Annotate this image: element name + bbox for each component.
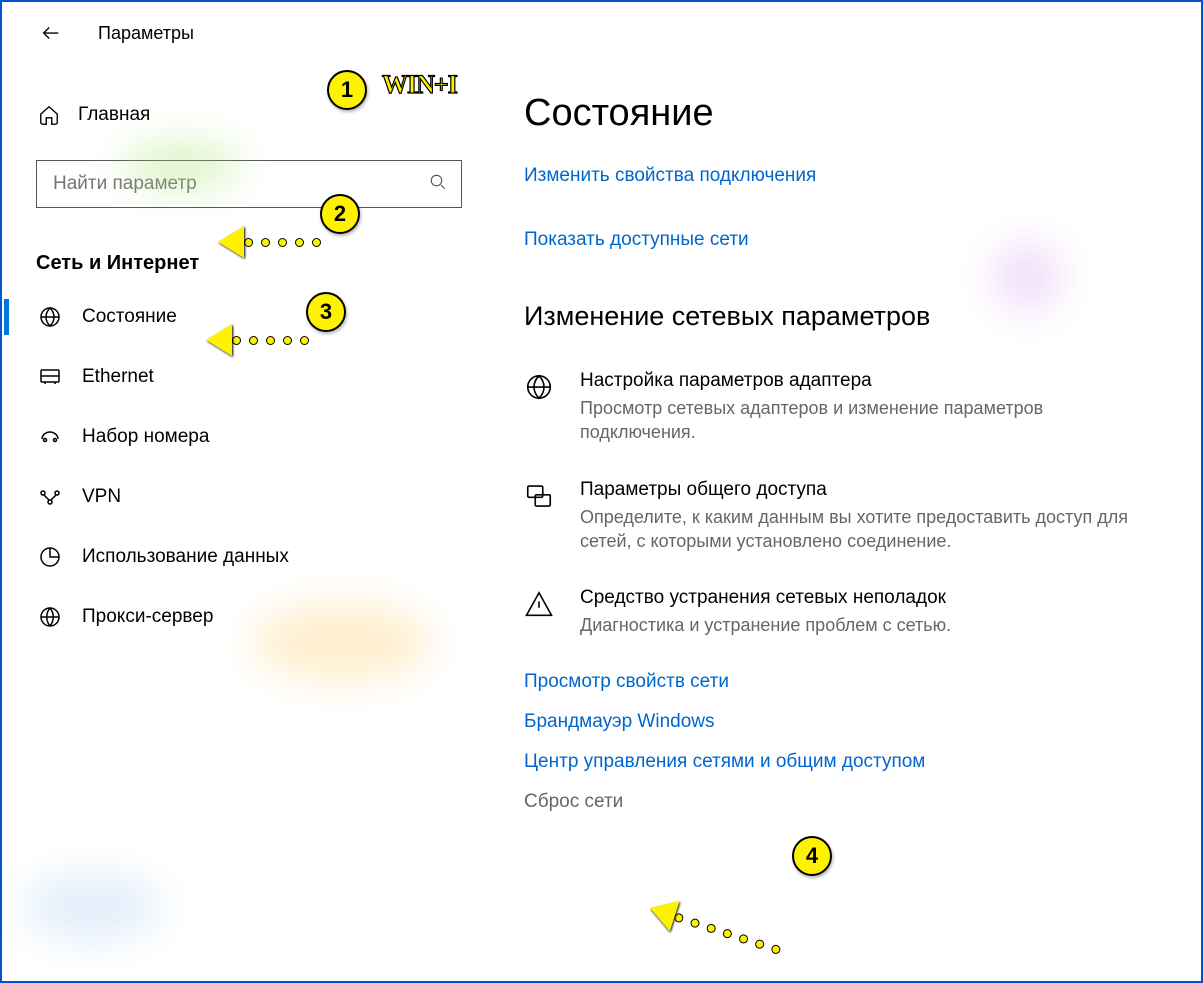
decorative-blob — [252, 602, 432, 682]
sidebar-item-label: Ethernet — [82, 366, 154, 388]
option-text: Параметры общего доступа Определите, к к… — [580, 479, 1161, 554]
link-network-reset[interactable]: Сброс сети — [524, 791, 1161, 813]
search-icon — [429, 173, 447, 196]
option-desc: Диагностика и устранение проблем с сетью… — [580, 613, 1161, 637]
annotation-number: 4 — [806, 843, 818, 869]
sidebar-item-ethernet[interactable]: Ethernet — [2, 347, 492, 407]
globe-icon — [38, 305, 62, 329]
link-show-available-networks[interactable]: Показать доступные сети — [524, 229, 1161, 251]
settings-window: Параметры Главная Сеть и Интернет Состоя… — [0, 0, 1203, 983]
header-row: Параметры — [2, 2, 492, 56]
annotation-number: 2 — [334, 201, 346, 227]
decorative-blob — [992, 242, 1062, 312]
sidebar-item-label: Использование данных — [82, 546, 289, 568]
link-windows-firewall[interactable]: Брандмауэр Windows — [524, 711, 1161, 733]
annotation-marker-1: 1 — [327, 70, 367, 110]
arrow-dots — [244, 238, 321, 247]
home-icon — [38, 104, 60, 126]
vpn-icon — [38, 485, 62, 509]
warning-icon — [524, 587, 558, 624]
link-change-connection-props[interactable]: Изменить свойства подключения — [524, 165, 1161, 187]
option-desc: Просмотр сетевых адаптеров и изменение п… — [580, 396, 1161, 445]
annotation-marker-2: 2 — [320, 194, 360, 234]
search-input[interactable] — [53, 173, 429, 195]
search-box[interactable] — [36, 160, 462, 208]
annotation-arrow-3 — [206, 324, 306, 356]
option-title: Настройка параметров адаптера — [580, 370, 1161, 392]
back-button[interactable] — [38, 20, 64, 46]
annotation-number: 1 — [341, 77, 353, 103]
option-text: Настройка параметров адаптера Просмотр с… — [580, 370, 1161, 445]
option-troubleshooter[interactable]: Средство устранения сетевых неполадок Ди… — [524, 587, 1161, 637]
sidebar-item-label: Состояние — [82, 306, 177, 328]
link-view-network-props[interactable]: Просмотр свойств сети — [524, 671, 1161, 693]
home-label: Главная — [78, 104, 150, 126]
arrow-left-icon — [40, 22, 62, 44]
dialup-icon — [38, 425, 62, 449]
link-network-sharing-center[interactable]: Центр управления сетями и общим доступом — [524, 751, 1161, 773]
annotation-arrow-2 — [218, 226, 318, 258]
option-title: Средство устранения сетевых неполадок — [580, 587, 1161, 609]
sidebar-item-data-usage[interactable]: Использование данных — [2, 527, 492, 587]
annotation-number: 3 — [320, 299, 332, 325]
home-nav[interactable]: Главная — [2, 94, 492, 136]
page-title: Состояние — [524, 92, 1161, 135]
sidebar-item-vpn[interactable]: VPN — [2, 467, 492, 527]
annotation-marker-4: 4 — [792, 836, 832, 876]
sidebar-item-dialup[interactable]: Набор номера — [2, 407, 492, 467]
option-adapter-settings[interactable]: Настройка параметров адаптера Просмотр с… — [524, 370, 1161, 445]
sidebar: Параметры Главная Сеть и Интернет Состоя… — [2, 2, 492, 981]
ethernet-icon — [38, 365, 62, 389]
annotation-marker-3: 3 — [306, 292, 346, 332]
arrow-dots — [232, 336, 309, 345]
app-title: Параметры — [98, 23, 194, 44]
arrow-head-icon — [206, 324, 232, 356]
subheading-change-network-settings: Изменение сетевых параметров — [524, 301, 1161, 332]
proxy-icon — [38, 605, 62, 629]
data-usage-icon — [38, 545, 62, 569]
arrow-head-icon — [218, 226, 244, 258]
sidebar-item-label: Прокси-сервер — [82, 606, 213, 628]
option-text: Средство устранения сетевых неполадок Ди… — [580, 587, 1161, 637]
option-sharing-settings[interactable]: Параметры общего доступа Определите, к к… — [524, 479, 1161, 554]
decorative-blob — [22, 872, 162, 942]
decorative-blob — [122, 140, 242, 190]
annotation-text-wini: WIN+I — [382, 70, 457, 100]
option-title: Параметры общего доступа — [580, 479, 1161, 501]
option-desc: Определите, к каким данным вы хотите пре… — [580, 505, 1161, 554]
adapter-icon — [524, 370, 558, 407]
sharing-icon — [524, 479, 558, 516]
main-panel: Состояние Изменить свойства подключения … — [492, 2, 1201, 981]
sidebar-item-label: VPN — [82, 486, 121, 508]
sidebar-item-label: Набор номера — [82, 426, 209, 448]
